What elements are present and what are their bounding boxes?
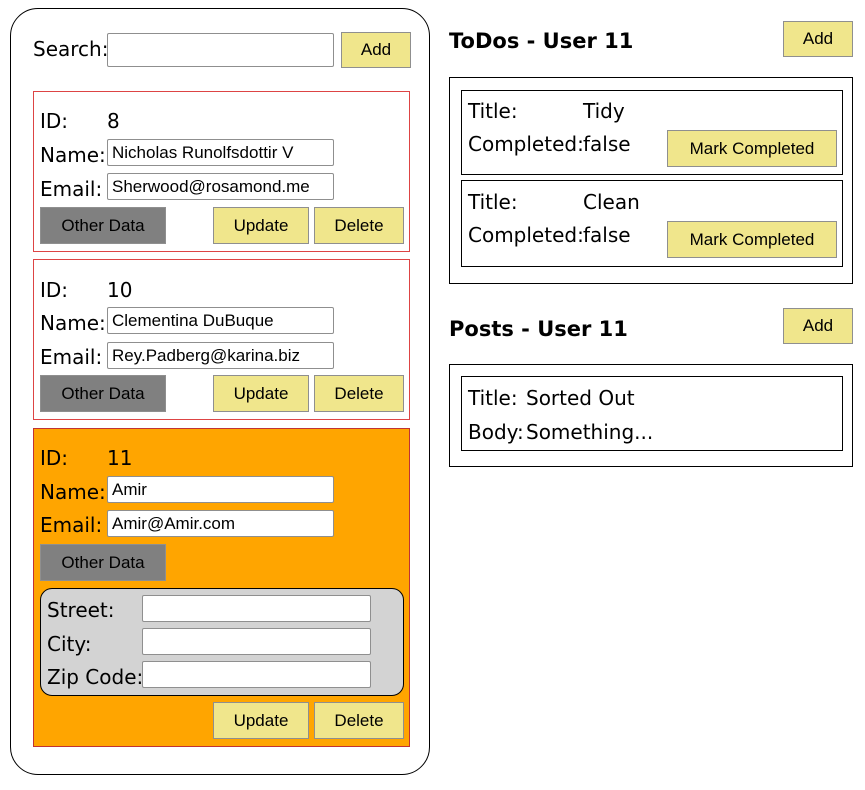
todo-title-label: Title: — [468, 190, 518, 214]
update-button[interactable]: Update — [213, 702, 309, 739]
email-field[interactable] — [107, 342, 334, 369]
zip-code-field[interactable] — [142, 661, 371, 688]
todo-completed-label: Completed: — [468, 132, 584, 156]
todo-completed-label: Completed: — [468, 223, 584, 247]
address-panel: Street: City: Zip Code: — [40, 588, 404, 696]
users-panel: Search: Add ID: 8 Name: Email: Other Dat… — [10, 8, 430, 775]
search-label: Search: — [33, 37, 109, 61]
other-data-button[interactable]: Other Data — [40, 375, 166, 412]
zip-code-label: Zip Code: — [47, 665, 144, 689]
todos-list: Title: Tidy Completed: false Mark Comple… — [449, 77, 853, 284]
posts-title: Posts - User 11 — [449, 317, 628, 341]
user-card-11[interactable]: ID: 11 Name: Email: Other Data Street: C… — [33, 428, 410, 747]
add-post-button[interactable]: Add — [783, 308, 853, 344]
post-title-value: Sorted Out — [526, 386, 635, 410]
user-id: 10 — [107, 278, 133, 302]
post-body-label: Body: — [468, 420, 524, 444]
street-field[interactable] — [142, 595, 371, 622]
user-card-10[interactable]: ID: 10 Name: Email: Other Data Update De… — [33, 259, 410, 420]
todo-title-value: Clean — [583, 190, 640, 214]
email-label: Email: — [40, 177, 103, 201]
delete-button[interactable]: Delete — [314, 375, 404, 412]
todo-item: Title: Clean Completed: false Mark Compl… — [461, 180, 843, 267]
mark-completed-button[interactable]: Mark Completed — [667, 221, 837, 258]
post-body-value: Something... — [526, 420, 654, 444]
other-data-button[interactable]: Other Data — [40, 544, 166, 581]
email-label: Email: — [40, 345, 103, 369]
post-title-label: Title: — [468, 386, 518, 410]
street-label: Street: — [47, 598, 115, 622]
todo-completed-value: false — [583, 223, 631, 247]
add-user-button[interactable]: Add — [341, 32, 411, 68]
city-label: City: — [47, 632, 92, 656]
posts-list: Title: Sorted Out Body: Something... — [449, 364, 853, 467]
name-label: Name: — [40, 480, 106, 504]
email-label: Email: — [40, 513, 103, 537]
update-button[interactable]: Update — [213, 375, 309, 412]
todo-title-value: Tidy — [583, 99, 625, 123]
name-label: Name: — [40, 311, 106, 335]
id-label: ID: — [40, 446, 69, 470]
post-item: Title: Sorted Out Body: Something... — [461, 376, 843, 451]
email-field[interactable] — [107, 510, 334, 537]
todo-title-label: Title: — [468, 99, 518, 123]
city-field[interactable] — [142, 628, 371, 655]
name-label: Name: — [40, 143, 106, 167]
user-id: 11 — [107, 446, 133, 470]
delete-button[interactable]: Delete — [314, 702, 404, 739]
todos-title: ToDos - User 11 — [449, 29, 634, 53]
name-field[interactable] — [107, 307, 334, 334]
todo-item: Title: Tidy Completed: false Mark Comple… — [461, 90, 843, 175]
id-label: ID: — [40, 109, 69, 133]
add-todo-button[interactable]: Add — [783, 21, 853, 57]
other-data-button[interactable]: Other Data — [40, 207, 166, 244]
mark-completed-button[interactable]: Mark Completed — [667, 130, 837, 167]
email-field[interactable] — [107, 173, 334, 200]
name-field[interactable] — [107, 139, 334, 166]
update-button[interactable]: Update — [213, 207, 309, 244]
id-label: ID: — [40, 278, 69, 302]
name-field[interactable] — [107, 476, 334, 503]
delete-button[interactable]: Delete — [314, 207, 404, 244]
todo-completed-value: false — [583, 132, 631, 156]
user-id: 8 — [107, 109, 120, 133]
search-input[interactable] — [107, 33, 334, 67]
user-card-8[interactable]: ID: 8 Name: Email: Other Data Update Del… — [33, 91, 410, 252]
